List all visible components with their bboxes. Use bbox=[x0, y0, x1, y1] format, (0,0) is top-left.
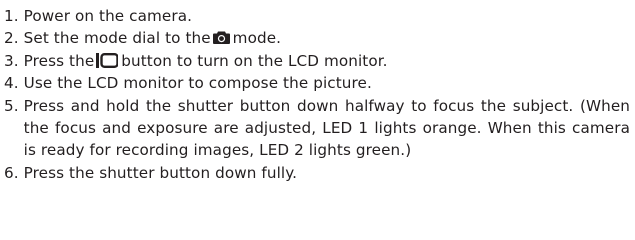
step-text: Use the LCD monitor to compose the pictu… bbox=[23, 74, 372, 93]
step-number: 3. bbox=[4, 51, 19, 70]
step-6: 6. Press the shutter button down fully. bbox=[4, 162, 630, 184]
step-text: Press and hold the shutter button down h… bbox=[23, 96, 630, 160]
step-number: 6. bbox=[4, 163, 19, 182]
step-5: 5. Press and hold the shutter button dow… bbox=[4, 95, 630, 162]
step-text-after: mode. bbox=[232, 29, 282, 48]
step-number: 5. bbox=[4, 96, 19, 115]
step-3: 3. Press the button to turn on the LCD mo… bbox=[4, 50, 630, 72]
step-text: Power on the camera. bbox=[23, 7, 193, 25]
step-text-before: Set the mode dial to the bbox=[23, 29, 211, 48]
camera-mode-icon bbox=[212, 31, 230, 45]
step-text-before: Press the bbox=[23, 51, 95, 70]
step-number: 2. bbox=[4, 29, 19, 48]
step-text: Set the mode dial to the mode. bbox=[24, 27, 630, 49]
step-number: 4. bbox=[4, 74, 19, 93]
step-1: 1. Power on the camera. bbox=[4, 5, 630, 27]
step-2: 2. Set the mode dial to the mode. bbox=[4, 27, 630, 49]
step-number: 1. bbox=[4, 7, 19, 25]
step-text: Press the button to turn on the LCD monit… bbox=[24, 50, 630, 72]
step-4: 4. Use the LCD monitor to compose the pi… bbox=[4, 72, 630, 94]
step-text: Press the shutter button down fully. bbox=[23, 163, 298, 182]
lcd-monitor-button-icon bbox=[96, 52, 119, 68]
step-text-after: button to turn on the LCD monitor. bbox=[121, 51, 388, 70]
instruction-steps: 1. Power on the camera. 2. Set the mode … bbox=[4, 5, 630, 184]
